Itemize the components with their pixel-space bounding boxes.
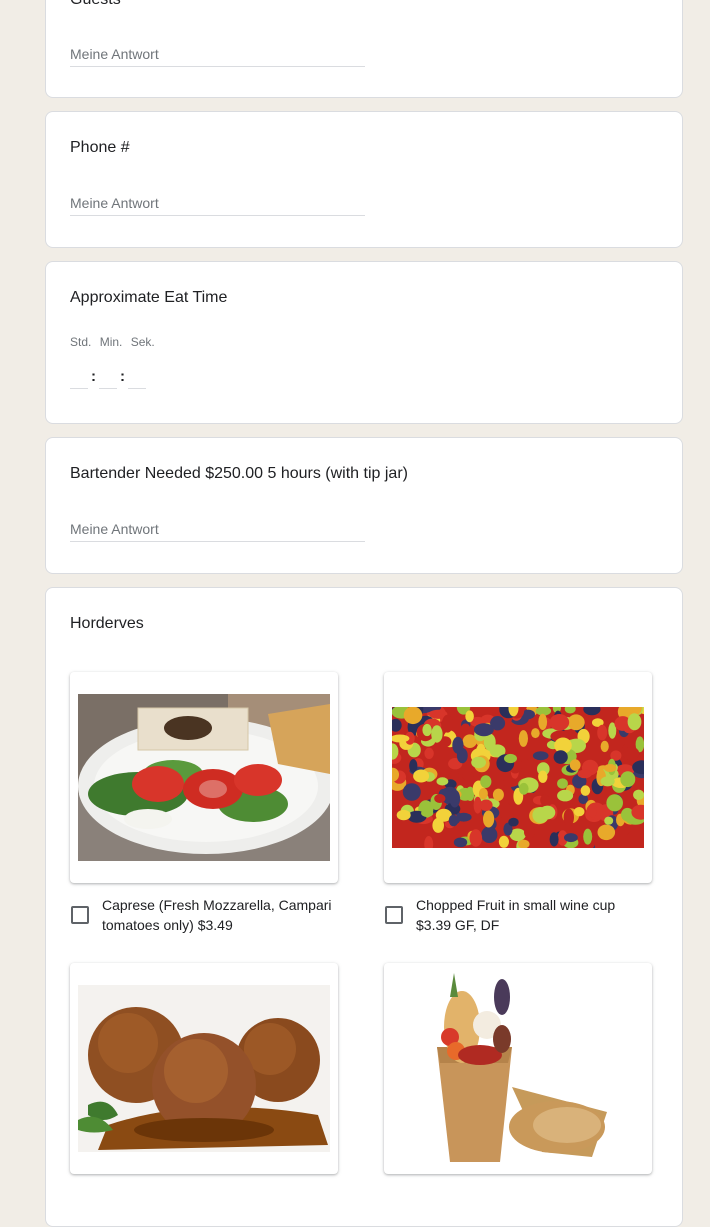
question-title: Guests — [70, 0, 121, 9]
option-image-card-caprese — [70, 672, 338, 883]
time-separator: : — [91, 368, 96, 385]
charcuterie-cone-image — [392, 967, 644, 1167]
question-title: Bartender Needed $250.00 5 hours (with t… — [70, 465, 408, 482]
minutes-label: Min. — [99, 335, 123, 349]
question-card-bartender: Bartender Needed $250.00 5 hours (with t… — [45, 437, 683, 574]
time-input-group: : : — [70, 366, 210, 390]
option-label-chopped-fruit[interactable]: Chopped Fruit in small wine cup $3.39 GF… — [416, 895, 615, 935]
phone-answer-input[interactable]: Meine Antwort — [70, 193, 365, 216]
question-title: Phone # — [70, 139, 130, 156]
time-field-labels: Std. Min. Sek. — [70, 335, 160, 349]
question-card-phone: Phone # Meine Antwort — [45, 111, 683, 248]
option-image-card-chopped-fruit — [384, 672, 652, 883]
bartender-answer-input[interactable]: Meine Antwort — [70, 519, 365, 542]
hours-input[interactable] — [70, 366, 88, 389]
question-card-guests: Guests Meine Antwort — [45, 0, 683, 98]
option-label-caprese[interactable]: Caprese (Fresh Mozzarella, Campari tomat… — [102, 895, 332, 935]
question-card-horderves: Horderves Caprese (Fresh Mozzarella, Cam… — [45, 587, 683, 1227]
checkbox-caprese[interactable] — [71, 906, 89, 924]
hours-label: Std. — [70, 335, 92, 349]
time-separator: : — [120, 368, 125, 385]
question-title: Horderves — [70, 615, 144, 632]
question-title: Approximate Eat Time — [70, 289, 228, 306]
question-card-eat-time: Approximate Eat Time Std. Min. Sek. : : — [45, 261, 683, 424]
answer-placeholder: Meine Antwort — [70, 521, 159, 537]
seconds-input[interactable] — [128, 366, 146, 389]
option-image-card-meatballs — [70, 963, 338, 1174]
answer-placeholder: Meine Antwort — [70, 195, 159, 211]
checkbox-chopped-fruit[interactable] — [385, 906, 403, 924]
caprese-salad-image — [78, 694, 330, 861]
minutes-input[interactable] — [99, 366, 117, 389]
answer-placeholder: Meine Antwort — [70, 46, 159, 62]
guests-answer-input[interactable]: Meine Antwort — [70, 44, 365, 67]
meatballs-image — [78, 985, 330, 1152]
chopped-fruit-image — [392, 707, 644, 848]
seconds-label: Sek. — [130, 335, 155, 349]
option-image-card-charcuterie-cone — [384, 963, 652, 1174]
